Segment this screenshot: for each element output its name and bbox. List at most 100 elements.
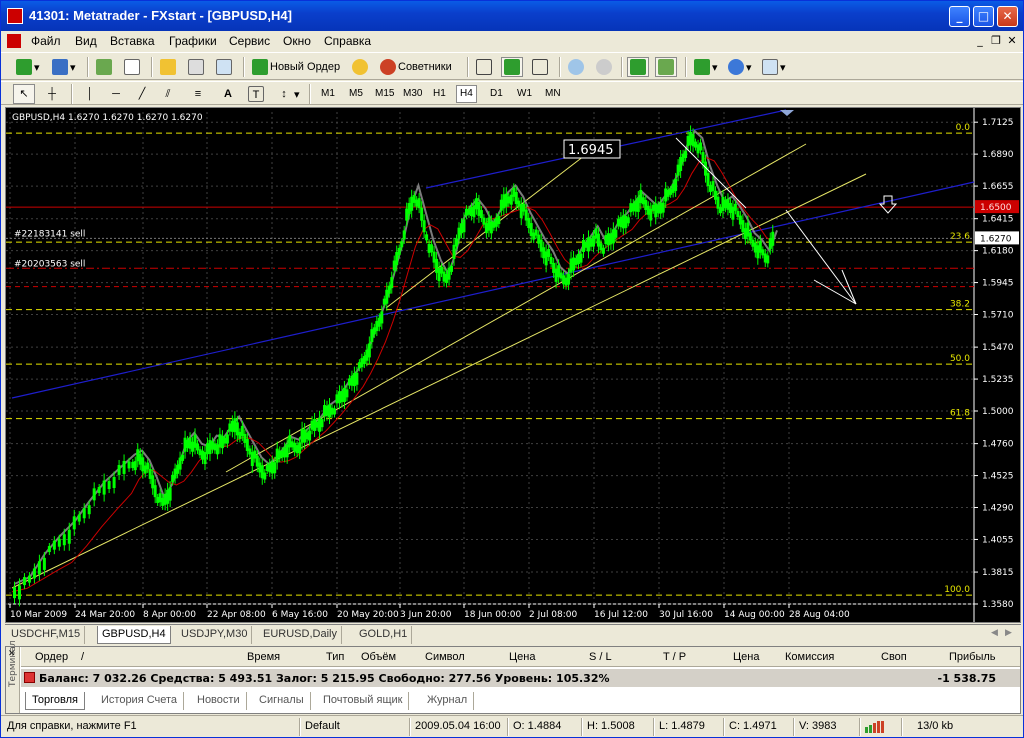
candle-body — [32, 568, 36, 579]
tab-scroll-right-icon[interactable]: ▶ — [1005, 628, 1012, 638]
menu-window[interactable]: Окно — [283, 34, 311, 48]
timeframe-d1[interactable]: D1 — [486, 85, 507, 103]
indicators-button[interactable]: ▾ — [691, 57, 722, 77]
terminal-tab-news[interactable]: Новости — [191, 692, 247, 710]
timeframe-h1[interactable]: H1 — [429, 85, 450, 103]
mdi-restore-icon[interactable]: ❐ — [989, 34, 1003, 48]
chart-window-icon[interactable] — [7, 34, 21, 48]
templates-icon — [762, 59, 778, 75]
minimize-button[interactable]: _ — [949, 6, 970, 27]
terminal-tab-history[interactable]: История Счета — [95, 692, 185, 710]
mdi-minimize-icon[interactable]: _ — [973, 34, 987, 48]
maximize-button[interactable]: □ — [973, 6, 994, 27]
candle-body — [716, 196, 720, 209]
menu-file[interactable]: Файл — [31, 34, 61, 48]
col-volume[interactable]: Объём — [361, 651, 396, 663]
timeframe-mn[interactable]: MN — [541, 85, 565, 103]
terminal-tab-signals[interactable]: Сигналы — [253, 692, 311, 710]
chart-tab-eurusd[interactable]: EURUSD,Daily — [259, 626, 342, 644]
periods-button[interactable]: ▾ — [725, 57, 756, 77]
timeframe-h4[interactable]: H4 — [456, 85, 477, 103]
col-type[interactable]: Тип — [326, 651, 344, 663]
app-window: 41301: Metatrader - FXstart - [GBPUSD,H4… — [0, 0, 1024, 738]
menu-bar: Файл Вид Вставка Графики Сервис Окно Спр… — [1, 31, 1023, 51]
price-tick-label: 1.7125 — [982, 118, 1014, 128]
terminal-button[interactable] — [185, 57, 207, 77]
channel-tool[interactable]: ⫽ — [157, 84, 179, 104]
cursor-tool[interactable]: ↖ — [13, 84, 35, 104]
connection-status-icon[interactable] — [865, 721, 889, 733]
meta-editor-button[interactable] — [349, 57, 371, 77]
terminal-tab-trade[interactable]: Торговля — [25, 692, 85, 710]
text-tool[interactable]: A — [217, 84, 239, 104]
templates-button[interactable]: ▾ — [759, 57, 790, 77]
col-tp[interactable]: T / P — [663, 651, 686, 663]
zoom-in-button[interactable] — [565, 57, 587, 77]
title-bar[interactable]: 41301: Metatrader - FXstart - [GBPUSD,H4… — [1, 1, 1023, 31]
terminal-tab-mailbox[interactable]: Почтовый ящик — [317, 692, 410, 710]
experts-button[interactable]: Советники — [377, 57, 456, 77]
col-swap[interactable]: Своп — [881, 651, 907, 663]
cursor-icon: ↖ — [19, 88, 29, 100]
candle-body — [67, 529, 71, 544]
chart-tab-gbpusd[interactable]: GBPUSD,H4 — [97, 626, 171, 644]
market-watch-button[interactable] — [93, 57, 115, 77]
terminal-tab-journal[interactable]: Журнал — [421, 692, 475, 710]
time-tick-label: 6 May 16:00 — [272, 610, 328, 620]
balance-row[interactable]: Баланс: 7 032.26 Средства: 5 493.51 Зало… — [21, 669, 1020, 687]
col-price[interactable]: Цена — [509, 651, 535, 663]
col-commission[interactable]: Комиссия — [785, 651, 834, 663]
col-current-price[interactable]: Цена — [733, 651, 759, 663]
menu-view[interactable]: Вид — [75, 34, 97, 48]
menu-help[interactable]: Справка — [324, 34, 371, 48]
col-order[interactable]: Ордер — [35, 651, 68, 663]
timeframe-m5[interactable]: M5 — [345, 85, 367, 103]
data-window-button[interactable] — [121, 57, 143, 77]
price-chart[interactable]: 1.7125 1.6890 1.6655 1.6415 1.6180 1.5945 1.57… — [5, 107, 1021, 623]
bar-chart-button[interactable] — [473, 57, 495, 77]
timeframe-m1[interactable]: M1 — [317, 85, 339, 103]
chart-tab-gold[interactable]: GOLD,H1 — [355, 626, 413, 644]
candlestick-button[interactable] — [501, 57, 523, 77]
timeframe-w1[interactable]: W1 — [513, 85, 536, 103]
chart-canvas[interactable]: 1.7125 1.6890 1.6655 1.6415 1.6180 1.5945 1.57… — [6, 108, 1020, 622]
crosshair-tool[interactable]: ┼ — [41, 84, 63, 104]
trendline-tool[interactable]: ╱ — [131, 84, 153, 104]
text-label-tool[interactable]: T — [245, 84, 267, 104]
tester-button[interactable] — [213, 57, 235, 77]
mdi-close-icon[interactable]: ✕ — [1005, 34, 1019, 48]
vertical-line-tool[interactable]: │ — [79, 84, 101, 104]
metatrader-app-icon[interactable] — [7, 8, 23, 24]
tester-icon — [216, 59, 232, 75]
profiles-button[interactable]: ▾ — [49, 57, 80, 77]
menu-insert[interactable]: Вставка — [110, 34, 155, 48]
horizontal-line-tool[interactable]: ─ — [105, 84, 127, 104]
chart-tab-usdjpy[interactable]: USDJPY,M30 — [177, 626, 253, 644]
timeframe-m30[interactable]: M30 — [399, 85, 426, 103]
chart-tab-usdchf[interactable]: USDCHF,M15 — [7, 626, 86, 644]
timeframe-m15[interactable]: M15 — [371, 85, 398, 103]
terminal-side-bar[interactable]: ✕ Терминал — [6, 640, 20, 713]
tab-scroll-left-icon[interactable]: ◀ — [991, 628, 998, 638]
chart-shift-button[interactable] — [655, 57, 677, 77]
fibonacci-level-label: 50.0 — [950, 354, 970, 364]
candle-body — [711, 181, 715, 192]
close-button[interactable]: ✕ — [997, 6, 1018, 27]
col-time[interactable]: Время — [247, 651, 280, 663]
col-profit[interactable]: Прибыль — [949, 651, 996, 663]
menu-tools[interactable]: Сервис — [229, 34, 270, 48]
line-chart-button[interactable] — [529, 57, 551, 77]
menu-charts[interactable]: Графики — [169, 34, 217, 48]
meta-editor-icon — [352, 59, 368, 75]
col-sl[interactable]: S / L — [589, 651, 612, 663]
zoom-out-button[interactable] — [593, 57, 615, 77]
candle-body — [771, 231, 775, 246]
time-tick-label: 30 Jul 16:00 — [659, 610, 713, 620]
auto-scroll-button[interactable] — [627, 57, 649, 77]
new-order-button[interactable]: Новый Ордер — [249, 57, 344, 77]
new-chart-button[interactable]: ▾ — [13, 57, 44, 77]
fibonacci-tool[interactable]: ≡ — [187, 84, 209, 104]
arrows-tool[interactable]: ↕ ▾ — [273, 84, 304, 104]
navigator-button[interactable] — [157, 57, 179, 77]
col-symbol[interactable]: Символ — [425, 651, 465, 663]
